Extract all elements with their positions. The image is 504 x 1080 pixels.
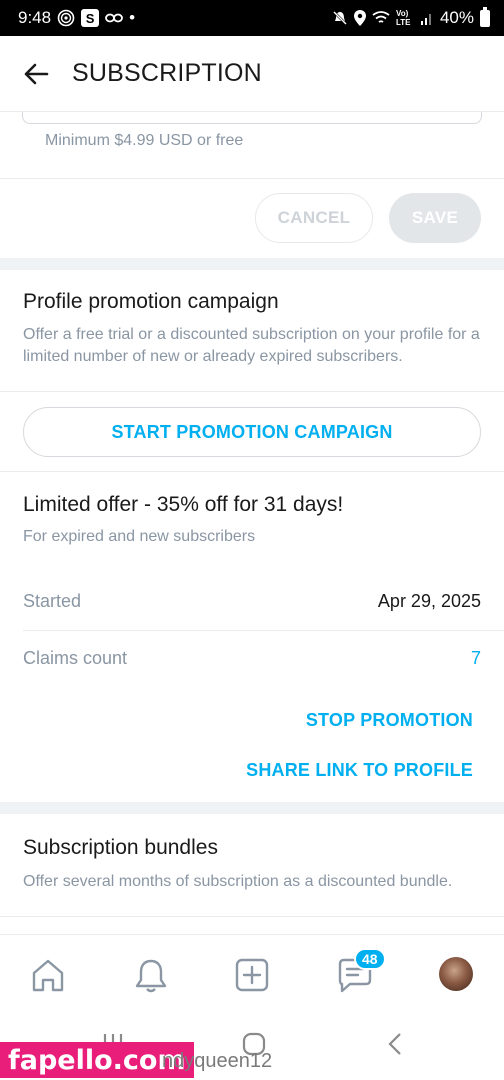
battery-icon [480, 6, 490, 27]
started-label: Started [23, 591, 82, 611]
avatar[interactable] [439, 957, 473, 991]
divider [0, 916, 504, 917]
divider [0, 391, 504, 392]
messages-badge: 48 [354, 948, 386, 970]
nav-notifications[interactable] [129, 953, 173, 997]
nav-add[interactable] [230, 953, 274, 997]
save-button[interactable]: SAVE [389, 193, 481, 243]
s-app-icon: S [81, 9, 100, 27]
claims-count-value[interactable]: 7 [471, 648, 481, 669]
mute-icon [332, 10, 348, 26]
chevron-left-icon [388, 1033, 401, 1055]
share-link-button[interactable]: SHARE LINK TO PROFILE [246, 760, 473, 781]
nav-home[interactable] [26, 953, 70, 997]
cancel-button[interactable]: CANCEL [255, 193, 373, 243]
started-value: Apr 29, 2025 [377, 591, 481, 611]
promotion-title: Profile promotion campaign [23, 290, 279, 313]
signal-icon [420, 11, 434, 25]
bottom-nav: 48 [0, 934, 504, 1014]
home-icon [32, 959, 64, 992]
main-content[interactable]: Minimum $4.99 USD or free CANCEL SAVE Pr… [0, 112, 504, 934]
page-title: SUBSCRIPTION [72, 59, 262, 87]
price-input[interactable] [22, 112, 482, 124]
bundles-title: Subscription bundles [23, 836, 218, 859]
section-gap [0, 802, 504, 814]
bell-icon [135, 959, 167, 993]
claims-count-label: Claims count [23, 648, 128, 668]
status-time: 9:48 [18, 8, 52, 27]
divider [23, 630, 504, 631]
divider [0, 471, 504, 472]
fingerprint-icon [57, 9, 75, 27]
link-icon [105, 12, 123, 24]
promotion-description: Offer a free trial or a discounted subsc… [23, 326, 480, 365]
stop-promotion-button[interactable]: STOP PROMOTION [306, 710, 473, 731]
section-gap [0, 258, 504, 270]
watermark-username: ndyqueen12 [162, 1050, 273, 1072]
offer-title: Limited offer - 35% off for 31 days! [23, 493, 344, 516]
back-button[interactable] [0, 36, 72, 112]
divider [0, 178, 504, 179]
start-promotion-button[interactable]: START PROMOTION CAMPAIGN [23, 407, 481, 457]
offer-subtitle: For expired and new subscribers [23, 528, 256, 545]
battery-percent: 40% [439, 8, 474, 27]
status-bar: 9:48 S • Vo) LTE 40% [0, 0, 504, 36]
back-system-button[interactable] [386, 1032, 404, 1061]
network-label: Vo) LTE [395, 9, 411, 27]
location-icon [353, 10, 366, 26]
price-hint: Minimum $4.99 USD or free [45, 132, 244, 149]
bundles-description: Offer several months of subscription as … [23, 873, 453, 890]
wifi-icon [372, 11, 390, 25]
app-header: SUBSCRIPTION [0, 36, 504, 112]
plus-square-icon [235, 958, 269, 992]
arrow-left-icon [24, 63, 49, 84]
status-dot: • [129, 8, 136, 27]
